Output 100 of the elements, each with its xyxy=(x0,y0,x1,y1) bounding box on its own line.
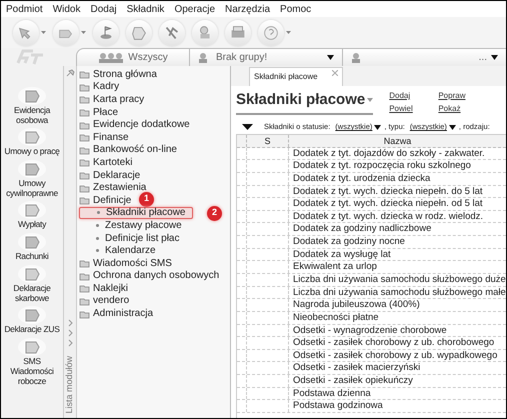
table-cell-text: Dodatek z tyt. wych. dziecka w rodz. wielodz. xyxy=(292,210,484,222)
tree-item[interactable]: Kartoteki xyxy=(79,156,134,169)
pin-icon[interactable] xyxy=(66,69,74,77)
tree-item[interactable]: Definicje xyxy=(79,194,134,207)
bullet-icon xyxy=(97,211,100,214)
module-icon xyxy=(79,132,90,142)
table-cell-text: Odsetki - zasiłek opiekuńczy xyxy=(292,375,413,387)
tree-item[interactable]: Wiadomości SMS xyxy=(79,256,174,270)
module-button[interactable]: Ewidencja osobowa xyxy=(1,105,63,125)
table-cell-text: Liczba dni używania samochodu służbowego małe xyxy=(292,286,506,298)
module-button[interactable]: Umowy o pracę xyxy=(1,146,63,156)
close-icon[interactable] xyxy=(332,70,338,76)
tree-item[interactable]: Ewidencje dodatkowe xyxy=(79,118,192,131)
module-icon xyxy=(79,270,90,281)
bullet-icon xyxy=(96,224,99,227)
table-cell-text: Dodatek za godziny nocne xyxy=(292,236,405,248)
tree-item[interactable]: Karta pracy xyxy=(79,93,146,106)
table-cell-text: Nieobecności płatne xyxy=(292,312,379,324)
table-cell-text: Odsetki - zasiłek macierzyński xyxy=(292,362,420,374)
action-link[interactable]: Dodaj xyxy=(389,90,416,102)
module-icon xyxy=(79,107,90,118)
module-button[interactable]: Deklaracje skarbowe xyxy=(1,283,63,303)
module-strip-label[interactable]: Lista modułów xyxy=(63,356,77,414)
table-cell-text: Dodatek z tyt. rozpoczęcia roku szkolnego xyxy=(292,160,471,172)
tree-item[interactable]: Płace xyxy=(79,106,120,118)
caret-icon[interactable] xyxy=(81,31,86,34)
bullet-icon xyxy=(96,236,99,240)
table-cell-text: Odsetki - wynagrodzenie chorobowe xyxy=(292,324,447,336)
module-button[interactable]: Umowy cywilnoprawne xyxy=(1,178,63,198)
tree-item[interactable]: Strona główna xyxy=(79,68,159,81)
tree-item[interactable]: Składniki płacowe xyxy=(79,206,193,220)
menu-item[interactable]: Podmiot xyxy=(6,2,43,16)
table-cell-text: Odsetki - zasiłek chorobowy z ub. wypadkowego xyxy=(292,350,498,362)
column-header[interactable]: Nazwa xyxy=(289,135,506,147)
tree-item[interactable]: Kadry xyxy=(79,80,122,94)
dropdown-icon xyxy=(491,55,498,60)
bullet-icon xyxy=(96,249,99,252)
action-link[interactable]: Pokaż xyxy=(438,103,466,115)
module-icon xyxy=(79,283,90,294)
group-selector[interactable]: ... xyxy=(342,48,506,66)
module-icon xyxy=(79,82,90,92)
module-icon xyxy=(79,69,90,80)
module-icon xyxy=(79,308,90,319)
caret-icon xyxy=(367,98,374,102)
module-icon xyxy=(79,258,90,268)
people-icon xyxy=(98,52,124,63)
table-cell-text: Liczba dni używania samochodu służbowego duże xyxy=(292,274,506,286)
table-cell-text: Dodatek z tyt. wych. dziecka niepełn. od 5 lat xyxy=(292,198,483,210)
table-cell-text: Dodatek z tyt. dojazdów do szkoły - zakwater. xyxy=(292,148,485,160)
tree-item[interactable]: Naklejki xyxy=(79,282,130,295)
table-cell-text: Ekwiwalent za urlop xyxy=(292,261,377,273)
menu-item[interactable]: Narzędzia xyxy=(225,2,270,16)
caret-icon[interactable] xyxy=(286,31,291,34)
step-badge: 2 xyxy=(207,206,222,221)
module-icon xyxy=(79,296,90,306)
module-icon xyxy=(79,157,90,168)
module-button[interactable]: Wypłaty xyxy=(1,219,63,229)
tree-item[interactable]: Zestawienia xyxy=(79,181,148,194)
document-tab[interactable]: Składniki płacowe xyxy=(249,67,343,86)
action-link[interactable]: Powiel xyxy=(389,103,416,115)
table-cell-text: Nagroda jubileuszowa (400%) xyxy=(292,299,420,311)
table-cell-text: Podstawa dzienna xyxy=(292,388,371,400)
tree-item[interactable]: Finanse xyxy=(79,130,131,144)
module-button[interactable]: SMS Wiadomości robocze xyxy=(1,356,63,386)
module-icon xyxy=(79,182,90,193)
table-cell-text: Podstawa godzinowa xyxy=(292,400,383,412)
group-selector[interactable]: Brak grupy! xyxy=(189,48,342,66)
dropdown-icon xyxy=(448,124,456,130)
table-cell-text: Dodatek za godziny nadliczbowe xyxy=(292,223,432,236)
tree-item[interactable]: Bankowość on-line xyxy=(79,144,179,156)
table-cell-text: Dodatek z tyt. urodzenia dziecka xyxy=(292,172,430,185)
menu-item[interactable]: Pomoc xyxy=(280,2,312,16)
tree-item[interactable]: Administracja xyxy=(79,307,156,320)
module-button[interactable]: Deklaracje ZUS xyxy=(1,324,63,334)
module-icon xyxy=(79,94,90,104)
action-link[interactable]: Popraw xyxy=(438,90,466,102)
module-button[interactable]: Rachunki xyxy=(1,251,63,261)
view-title[interactable]: Składniki płacowe xyxy=(236,89,374,114)
menu-item[interactable]: Widok xyxy=(52,2,80,16)
group-selector[interactable]: Wszyscy xyxy=(76,48,189,66)
tree-item[interactable]: Deklaracje xyxy=(79,168,142,182)
group-label: Brak grupy! xyxy=(216,51,268,65)
column-header[interactable]: S xyxy=(247,135,289,147)
tree-item[interactable]: vendero xyxy=(79,294,132,308)
tree-item[interactable]: Kalendarze xyxy=(79,244,193,257)
tree-item[interactable]: Zestawy płacowe xyxy=(79,219,193,232)
logo-icon xyxy=(15,49,45,65)
menu-item[interactable]: Dodaj xyxy=(90,2,117,16)
dropdown-icon xyxy=(327,55,334,60)
collapse-icon[interactable] xyxy=(242,124,253,130)
table-cell-text: Dodatek z tyt. wych. dziecka niepełn. do 5 lat xyxy=(292,186,483,198)
module-icon xyxy=(79,120,90,130)
tree-item[interactable]: Ochrona danych osobowych xyxy=(79,270,222,282)
step-badge: 1 xyxy=(139,192,154,207)
menu-item[interactable]: Składnik xyxy=(126,2,164,16)
table-cell-text: Odsetki - zasiłek chorobowy z ub. chorobowego xyxy=(292,337,494,349)
tree-item[interactable]: Definicje list płac xyxy=(79,232,193,244)
group-label: ... xyxy=(478,51,487,65)
caret-icon[interactable] xyxy=(41,31,46,34)
menu-item[interactable]: Operacje xyxy=(174,2,216,16)
